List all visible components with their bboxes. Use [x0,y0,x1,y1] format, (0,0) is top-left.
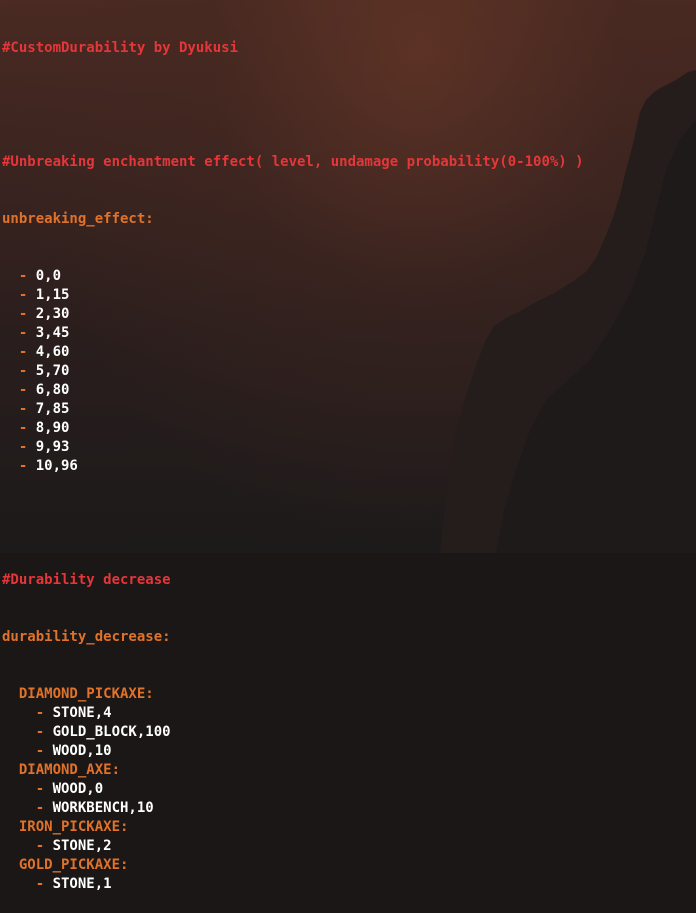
list-dash: - [18,439,36,455]
list-value: 3,45 [35,325,70,341]
list-value: 4,60 [35,344,70,360]
tool-item: - WOOD,10 [2,742,692,761]
unbreaking-item: - 0,0 [2,267,692,286]
terminal-output: #CustomDurability by Dyukusi #Unbreaking… [2,1,692,913]
unbreaking-item: - 10,96 [2,457,692,476]
list-dash: - [35,705,53,721]
list-dash: - [18,458,36,474]
list-dash: - [35,838,53,854]
tool-item: - GOLD_BLOCK,100 [2,723,692,742]
unbreaking-item: - 9,93 [2,438,692,457]
tool-item: - STONE,1 [2,875,692,894]
list-dash: - [35,876,53,892]
list-dash: - [35,800,53,816]
list-dash: - [18,363,36,379]
tool-item: - STONE,2 [2,837,692,856]
list-value: 5,70 [35,363,70,379]
tool-name: IRON_PICKAXE: [2,818,692,837]
list-value: STONE,1 [52,876,112,892]
tool-item: - WORKBENCH,10 [2,799,692,818]
unbreaking-list: - 0,0 - 1,15 - 2,30 - 3,45 - 4,60 - 5,70… [2,267,692,476]
list-dash: - [18,287,36,303]
list-dash: - [18,268,36,284]
list-value: STONE,2 [52,838,112,854]
list-value: WORKBENCH,10 [52,800,154,816]
unbreaking-item: - 7,85 [2,400,692,419]
list-value: 8,90 [35,420,70,436]
header-comment: #CustomDurability by Dyukusi [2,40,239,56]
list-dash: - [18,382,36,398]
list-value: 6,80 [35,382,70,398]
list-value: 2,30 [35,306,70,322]
list-dash: - [35,724,53,740]
list-value: 10,96 [35,458,78,474]
tool-item: - STONE,4 [2,704,692,723]
list-value: WOOD,0 [52,781,104,797]
list-dash: - [18,325,36,341]
tool-name-label: IRON_PICKAXE: [18,819,129,835]
list-dash: - [18,420,36,436]
list-dash: - [18,344,36,360]
tool-name-label: GOLD_PICKAXE: [18,857,129,873]
unbreaking-item: - 2,30 [2,305,692,324]
list-value: STONE,4 [52,705,112,721]
list-value: WOOD,10 [52,743,112,759]
tools-list: DIAMOND_PICKAXE: - STONE,4 - GOLD_BLOCK,… [2,685,692,894]
tool-name: DIAMOND_AXE: [2,761,692,780]
unbreaking-item: - 5,70 [2,362,692,381]
list-dash: - [18,401,36,417]
tool-name: GOLD_PICKAXE: [2,856,692,875]
list-value: 1,15 [35,287,70,303]
list-value: 0,0 [35,268,62,284]
durability-key: durability_decrease: [2,629,171,645]
unbreaking-item: - 3,45 [2,324,692,343]
unbreaking-item: - 4,60 [2,343,692,362]
durability-comment: #Durability decrease [2,572,171,588]
unbreaking-item: - 1,15 [2,286,692,305]
tool-name-label: DIAMOND_AXE: [18,762,121,778]
tool-name: DIAMOND_PICKAXE: [2,685,692,704]
list-value: GOLD_BLOCK,100 [52,724,171,740]
list-dash: - [18,306,36,322]
tool-name-label: DIAMOND_PICKAXE: [18,686,154,702]
tool-item: - WOOD,0 [2,780,692,799]
list-dash: - [35,781,53,797]
unbreaking-item: - 8,90 [2,419,692,438]
unbreaking-item: - 6,80 [2,381,692,400]
list-value: 7,85 [35,401,70,417]
unbreaking-key: unbreaking_effect: [2,211,154,227]
list-value: 9,93 [35,439,70,455]
unbreaking-comment: #Unbreaking enchantment effect( level, u… [2,154,584,170]
list-dash: - [35,743,53,759]
